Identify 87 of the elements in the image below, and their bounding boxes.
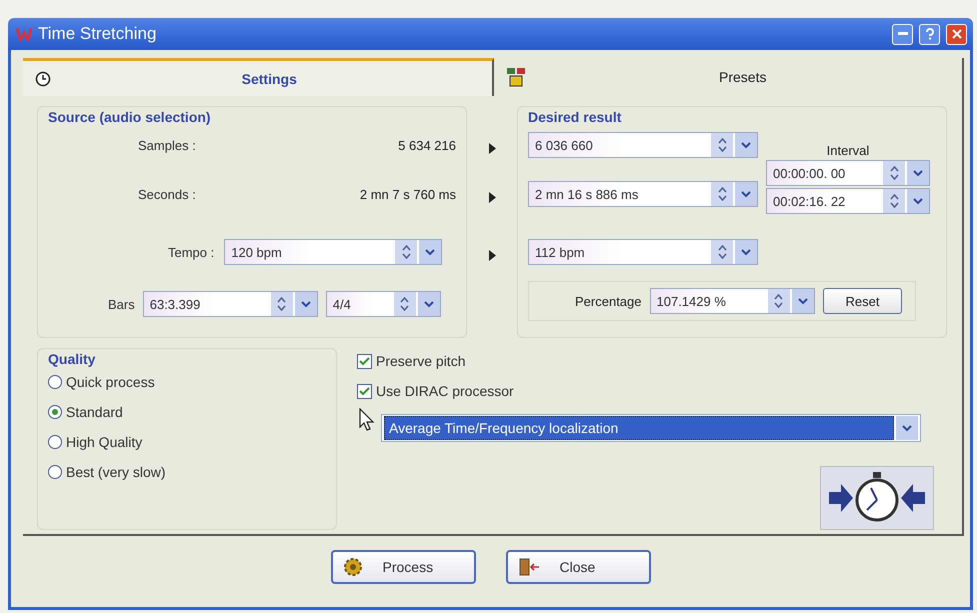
spin-button[interactable] — [395, 240, 418, 264]
spin-button[interactable] — [711, 240, 733, 264]
chevron-down-icon — [425, 248, 436, 256]
up-down-arrows-icon — [890, 194, 898, 208]
help-button[interactable] — [919, 24, 940, 44]
up-down-arrows-icon — [402, 245, 411, 259]
tempo-field[interactable]: 120 bpm — [224, 239, 442, 265]
checkmark-icon — [359, 356, 370, 366]
field-label: Percentage — [574, 294, 642, 308]
field-label: Bars — [108, 296, 135, 312]
up-down-arrows-icon — [890, 166, 898, 180]
up-down-arrows-icon — [277, 297, 286, 311]
boxes-icon — [506, 67, 528, 87]
percentage-field[interactable]: 107.1429 % — [650, 288, 814, 314]
chevron-down-icon — [741, 248, 751, 256]
arrow-icon — [488, 250, 496, 260]
help-icon — [924, 28, 934, 40]
interval-start-field[interactable]: 00:00:00. 00 — [766, 160, 930, 186]
seconds-value: 2 mn 7 s 760 ms — [360, 186, 456, 202]
spin-button[interactable] — [711, 133, 733, 157]
up-down-arrows-icon — [774, 294, 783, 308]
clock-icon — [35, 70, 51, 86]
dialog-button[interactable]: Process — [330, 550, 476, 584]
arrow-icon — [488, 142, 496, 154]
spin-button[interactable] — [883, 189, 905, 213]
group-title: Quality — [48, 351, 96, 367]
checkbox[interactable]: Preserve pitch — [357, 348, 948, 374]
dropdown-button[interactable] — [792, 289, 814, 313]
field-label: Seconds : — [138, 186, 196, 202]
interval-end-field[interactable]: 00:02:16. 22 — [766, 188, 930, 214]
minimize-icon — [898, 32, 908, 36]
mouse-cursor-icon — [359, 408, 375, 432]
chevron-down-icon — [424, 300, 434, 308]
spin-button[interactable] — [883, 161, 905, 185]
checkmark-icon — [359, 386, 370, 396]
up-down-arrows-icon — [718, 138, 726, 152]
reset-button[interactable]: Reset — [822, 288, 902, 314]
gear-icon — [342, 557, 362, 577]
window-title: Time Stretching — [38, 24, 158, 44]
chevron-down-icon — [913, 198, 923, 204]
dropdown-button[interactable] — [294, 292, 317, 316]
chevron-down-icon — [300, 300, 311, 308]
radio-option[interactable]: Standard — [48, 397, 326, 427]
chevron-down-icon — [798, 298, 808, 304]
samples-value: 5 634 216 — [398, 138, 456, 152]
arrow-icon — [488, 192, 496, 202]
dropdown-button[interactable] — [735, 182, 757, 206]
spin-button[interactable] — [394, 292, 416, 316]
interval-label: Interval — [826, 143, 870, 158]
seconds-field[interactable]: 2 mn 16 s 886 ms — [528, 181, 758, 207]
tab[interactable]: Presets — [494, 58, 964, 96]
chevron-down-icon — [913, 170, 923, 176]
chevron-down-icon — [741, 190, 751, 198]
radio-option[interactable]: High Quality — [48, 427, 326, 457]
minimize-button[interactable] — [892, 24, 913, 44]
chevron-down-icon — [741, 142, 751, 148]
field-label: Tempo : — [168, 244, 214, 260]
dropdown-button[interactable] — [418, 292, 440, 316]
up-down-arrows-icon — [718, 245, 726, 259]
dropdown-button[interactable] — [735, 133, 757, 157]
chevron-down-icon — [902, 424, 912, 432]
up-down-arrows-icon — [718, 187, 726, 201]
tempo-field[interactable]: 112 bpm — [528, 239, 758, 265]
dropdown-button[interactable] — [907, 189, 929, 213]
dialog-button[interactable]: Close — [506, 550, 650, 584]
close-icon — [952, 29, 962, 39]
dropdown-button[interactable] — [907, 161, 929, 185]
dropdown-button[interactable] — [735, 240, 757, 264]
spin-button[interactable] — [270, 292, 293, 316]
tab[interactable]: Settings — [23, 58, 494, 96]
samples-field[interactable]: 6 036 660 — [528, 132, 758, 158]
radio-option[interactable]: Quick process — [48, 367, 326, 397]
dropdown-button[interactable] — [419, 240, 442, 264]
mode-dropdown[interactable]: Average Time/Frequency localization — [381, 414, 921, 442]
close-button[interactable] — [946, 24, 967, 44]
group-title: Desired result — [528, 109, 622, 125]
app-logo-icon — [16, 27, 32, 41]
up-down-arrows-icon — [400, 297, 410, 311]
checkbox[interactable]: Use DIRAC processor — [357, 378, 948, 404]
time-signature-field[interactable]: 4/4 — [326, 291, 441, 317]
spin-button[interactable] — [711, 182, 733, 206]
spin-button[interactable] — [768, 289, 790, 313]
group-title: Source (audio selection) — [48, 109, 211, 125]
radio-option[interactable]: Best (very slow) — [48, 457, 326, 487]
exit-door-icon — [518, 557, 540, 577]
field-label: Samples : — [138, 138, 196, 152]
bars-field[interactable]: 63:3.399 — [142, 291, 318, 317]
